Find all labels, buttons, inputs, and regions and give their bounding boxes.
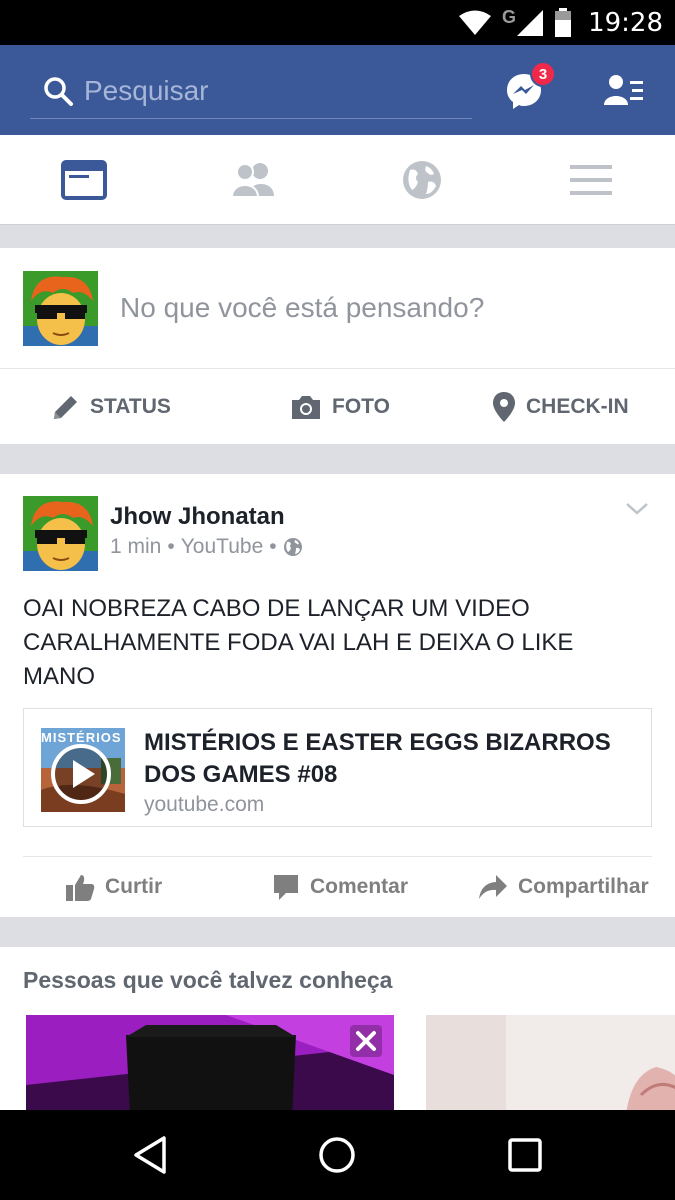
battery-icon: [555, 7, 572, 37]
wifi-icon: [459, 10, 492, 35]
check-in-label: CHECK-IN: [526, 394, 629, 418]
chevron-down-icon[interactable]: [624, 496, 650, 522]
globe-icon: [402, 160, 441, 199]
suggestion-card[interactable]: [426, 1015, 675, 1110]
link-title: MISTÉRIOS E EASTER EGGS BIZARROS DOS GAM…: [144, 729, 611, 788]
photo-button[interactable]: FOTO: [290, 369, 390, 444]
video-thumbnail: MISTÉRIOS: [41, 728, 125, 812]
globe-privacy-icon: [283, 538, 302, 556]
app-header: Pesquisar 3: [0, 45, 675, 135]
tab-news-feed[interactable]: [0, 135, 169, 224]
like-label: Curtir: [105, 875, 163, 898]
status-bar: G 19:28: [0, 0, 675, 45]
post-meta: 1 min • YouTube •: [110, 535, 303, 559]
comment-label: Comentar: [310, 875, 409, 898]
avatar: [23, 271, 98, 346]
news-feed-icon: [61, 159, 108, 200]
link-domain: youtube.com: [144, 793, 265, 816]
messenger-badge: 3: [530, 61, 556, 87]
status-composer: No que você está pensando? STATUS FOTO C…: [0, 248, 675, 444]
thumbnail-text: MISTÉRIOS: [41, 730, 122, 745]
recents-icon[interactable]: [502, 1132, 548, 1178]
check-in-button[interactable]: CHECK-IN: [492, 369, 629, 444]
share-button[interactable]: Compartilhar: [478, 857, 649, 917]
composer-prompt[interactable]: No que você está pensando?: [120, 292, 484, 324]
post-timestamp[interactable]: 1 min: [110, 535, 161, 559]
network-type: G: [502, 7, 517, 27]
photo-label: FOTO: [332, 394, 390, 418]
location-pin-icon: [493, 391, 515, 422]
meta-separator: •: [269, 535, 277, 558]
share-icon: [479, 875, 507, 899]
link-preview-card[interactable]: MISTÉRIOS MISTÉRIOS E EASTER EGGS BIZARR…: [23, 708, 652, 827]
status-button[interactable]: STATUS: [52, 369, 171, 444]
post-author-avatar[interactable]: [23, 496, 98, 571]
status-label: STATUS: [90, 394, 171, 418]
people-you-may-know: Pessoas que você talvez conheça: [0, 947, 675, 1110]
signal-icon: [517, 9, 544, 36]
search-input[interactable]: Pesquisar: [30, 63, 472, 119]
like-button[interactable]: Curtir: [65, 857, 162, 917]
pymk-heading: Pessoas que você talvez conheça: [23, 967, 393, 993]
tab-notifications[interactable]: [338, 135, 507, 224]
suggestion-photo: [26, 1015, 394, 1110]
search-icon: [36, 69, 80, 113]
friend-requests-button[interactable]: [600, 70, 650, 110]
suggestion-card[interactable]: [26, 1015, 394, 1110]
suggestion-photo: [426, 1015, 675, 1110]
thumbs-up-icon: [66, 875, 95, 901]
close-icon[interactable]: [350, 1025, 382, 1057]
clock: 19:28: [588, 7, 663, 38]
meta-separator: •: [167, 535, 175, 558]
comment-icon: [274, 875, 298, 900]
tab-friends[interactable]: [169, 135, 338, 224]
post-source: YouTube: [180, 535, 264, 558]
tab-menu[interactable]: [506, 135, 675, 224]
post-author-name[interactable]: Jhow Jhonatan: [110, 503, 285, 531]
nav-tabs: [0, 135, 675, 225]
friends-icon: [231, 162, 275, 198]
post-text: OAI NOBREZA CABO DE LANÇAR UM VIDEO CARA…: [23, 595, 574, 690]
comment-button[interactable]: Comentar: [272, 857, 408, 917]
feed-post: Jhow Jhonatan 1 min • YouTube • OAI NOBR…: [0, 474, 675, 917]
home-icon[interactable]: [314, 1132, 360, 1178]
system-nav-bar: [0, 1110, 675, 1200]
pencil-icon: [54, 395, 77, 419]
hamburger-menu-icon: [569, 164, 612, 195]
camera-icon: [292, 395, 320, 419]
share-label: Compartilhar: [518, 875, 649, 898]
search-placeholder: Pesquisar: [84, 74, 209, 106]
composer-actions: STATUS FOTO CHECK-IN: [0, 369, 675, 444]
back-icon[interactable]: [128, 1132, 174, 1178]
friend-requests-icon: [604, 75, 643, 105]
